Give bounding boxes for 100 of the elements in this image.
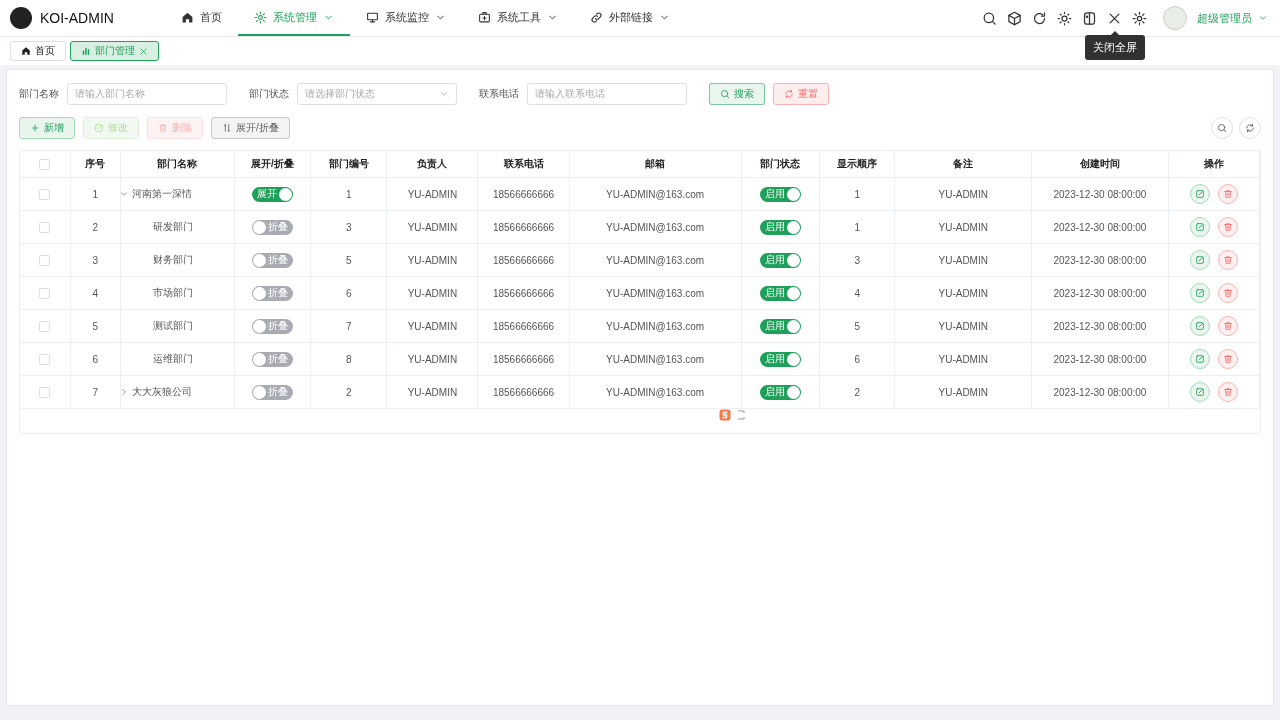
delete-button[interactable] — [1217, 382, 1238, 402]
delete-button[interactable] — [1217, 250, 1238, 270]
checkbox[interactable] — [39, 320, 51, 332]
delete-button[interactable] — [1217, 316, 1238, 336]
table-cell: 6 — [854, 353, 861, 365]
table-cell: YU-ADMIN@163.com — [606, 287, 705, 299]
refresh-icon[interactable] — [1032, 10, 1047, 26]
column-header: 操作 — [1203, 158, 1224, 169]
table-cell: YU-ADMIN — [407, 254, 458, 266]
status-switch[interactable]: 启用 — [759, 252, 801, 268]
table-cell: 2023-12-30 08:00:00 — [1053, 221, 1147, 233]
app-logo-text: KOI-ADMIN — [40, 10, 114, 26]
checkbox[interactable] — [39, 254, 51, 266]
select-field[interactable]: 请选择部门状态 — [297, 83, 457, 105]
user-menu[interactable]: 超级管理员 — [1197, 10, 1268, 26]
table-cell: 7 — [92, 386, 98, 398]
table-cell: 18566666666 — [492, 353, 555, 365]
table-cell: 8 — [345, 353, 352, 365]
checkbox[interactable] — [39, 386, 51, 398]
table-cell: 大大灰狼公司 — [131, 386, 192, 397]
edit-button[interactable] — [1189, 184, 1210, 204]
menu-icon — [366, 10, 379, 24]
status-switch[interactable]: 启用 — [759, 318, 801, 334]
table-cell: YU-ADMIN — [938, 287, 988, 299]
expand-switch[interactable]: 折叠 — [251, 318, 293, 334]
delete-button[interactable] — [1217, 184, 1238, 204]
column-header: 负责人 — [417, 158, 448, 169]
table-cell: 运维部门 — [152, 353, 193, 364]
table-cell: 研发部门 — [152, 221, 193, 232]
status-switch[interactable]: 启用 — [759, 351, 801, 367]
table-cell: YU-ADMIN — [938, 353, 988, 365]
checkbox[interactable] — [39, 353, 51, 365]
expand-switch[interactable]: 折叠 — [251, 285, 293, 301]
checkbox[interactable] — [39, 188, 51, 200]
menu-item[interactable]: 首页 — [165, 0, 238, 36]
sun-icon[interactable] — [1057, 10, 1072, 26]
table-cell: 3 — [345, 221, 352, 233]
edit-button[interactable] — [1189, 283, 1210, 303]
table-cell: YU-ADMIN@163.com — [606, 188, 705, 200]
checkbox[interactable] — [39, 221, 51, 233]
table-cell: 2023-12-30 08:00:00 — [1053, 254, 1147, 266]
tab-icon — [21, 46, 31, 56]
delete-icon — [1222, 387, 1233, 397]
input-field[interactable]: 请输入联系电话 — [527, 83, 687, 105]
cube-icon[interactable] — [1007, 10, 1022, 26]
table-cell: 2 — [92, 221, 98, 233]
delete-icon — [1222, 354, 1233, 364]
table-cell: 18566666666 — [492, 221, 555, 233]
menu-icon — [478, 10, 491, 24]
edit-icon — [1194, 189, 1205, 199]
input-field[interactable]: 请输入部门名称 — [67, 83, 227, 105]
menu-item[interactable]: 外部链接 — [574, 0, 686, 36]
expand-switch[interactable]: 折叠 — [251, 351, 293, 367]
table-cell: 6 — [345, 287, 352, 299]
delete-button[interactable] — [1217, 283, 1238, 303]
expand-icon[interactable] — [737, 410, 745, 420]
checkbox[interactable] — [39, 158, 51, 170]
search-button[interactable]: 搜索 — [709, 83, 765, 105]
tooltip: 关闭全屏 — [1084, 34, 1145, 60]
checkbox[interactable] — [39, 287, 51, 299]
add-button[interactable]: 新增 — [19, 117, 75, 139]
sort-icon — [222, 123, 232, 133]
expand-switch[interactable]: 折叠 — [251, 219, 293, 235]
input-method-icon[interactable] — [719, 409, 731, 421]
menu-icon — [254, 10, 267, 24]
table-cell: 6 — [92, 353, 98, 365]
table-cell: 市场部门 — [152, 287, 193, 298]
expand-switch[interactable]: 折叠 — [251, 252, 293, 268]
status-switch[interactable]: 启用 — [759, 384, 801, 400]
expand-switch[interactable]: 展开 — [251, 186, 293, 202]
column-header: 联系电话 — [503, 158, 544, 169]
tab[interactable]: 部门管理 — [70, 41, 159, 61]
status-switch[interactable]: 启用 — [759, 186, 801, 202]
table-cell: 18566666666 — [492, 287, 555, 299]
switch-icon[interactable] — [1082, 10, 1097, 26]
menu-item[interactable]: 系统工具 — [462, 0, 574, 36]
tab[interactable]: 首页 — [10, 41, 66, 61]
tab-icon — [81, 46, 91, 56]
chevron-icon — [439, 89, 449, 99]
edit-button[interactable] — [1189, 217, 1210, 237]
status-switch[interactable]: 启用 — [759, 219, 801, 235]
reset-button[interactable]: 重置 — [773, 83, 829, 105]
edit-button[interactable] — [1189, 250, 1210, 270]
edit-button[interactable] — [1189, 382, 1210, 402]
toggle-button[interactable]: 展开/折叠 — [211, 117, 290, 139]
table-cell: YU-ADMIN — [938, 386, 988, 398]
delete-button[interactable] — [1217, 349, 1238, 369]
edit-button[interactable] — [1189, 316, 1210, 336]
table-cell: 3 — [92, 254, 98, 266]
table-cell: 河南第一深情 — [131, 188, 192, 199]
delete-button[interactable] — [1217, 217, 1238, 237]
table-cell: 4 — [854, 287, 861, 299]
table-cell: YU-ADMIN@163.com — [606, 221, 705, 233]
search-icon[interactable] — [982, 10, 997, 26]
expand-switch[interactable]: 折叠 — [251, 384, 293, 400]
edit-icon — [1194, 255, 1205, 265]
status-switch[interactable]: 启用 — [759, 285, 801, 301]
user-avatar[interactable] — [1163, 6, 1187, 30]
menu-item[interactable]: 系统监控 — [350, 0, 462, 36]
edit-button[interactable] — [1189, 349, 1210, 369]
